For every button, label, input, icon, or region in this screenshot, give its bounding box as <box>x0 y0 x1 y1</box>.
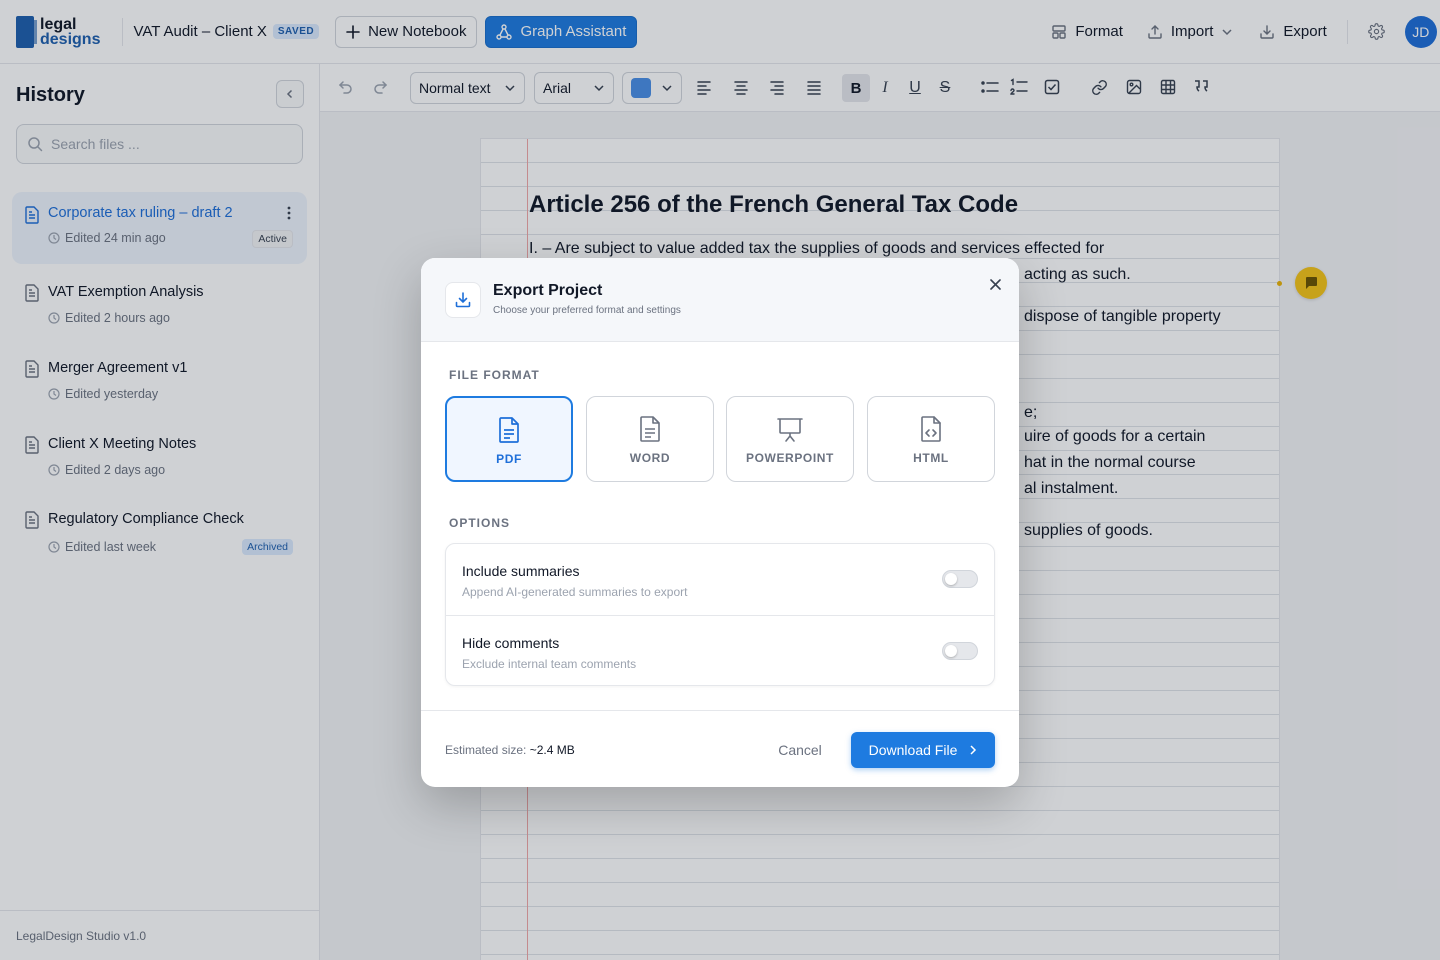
option-description: Append AI-generated summaries to export <box>462 585 688 599</box>
file-format-heading: FILE FORMAT <box>449 368 540 382</box>
format-option-html[interactable]: HTML <box>867 396 995 482</box>
cancel-button[interactable]: Cancel <box>765 739 835 761</box>
option-description: Exclude internal team comments <box>462 657 637 671</box>
format-option-word[interactable]: WORD <box>586 396 714 482</box>
dialog-header: Export Project Choose your preferred for… <box>421 258 1019 342</box>
estimated-size-label: Estimated size: <box>445 743 530 757</box>
estimated-size-value: ~2.4 MB <box>529 743 575 757</box>
download-file-button[interactable]: Download File <box>851 732 995 768</box>
dialog-title: Export Project <box>493 282 603 299</box>
code-file-icon <box>921 416 941 442</box>
close-icon <box>989 278 1001 290</box>
format-option-powerpoint[interactable]: POWERPOINT <box>726 396 854 482</box>
option-hide-comments: Hide comments Exclude internal team comm… <box>446 615 994 686</box>
format-label: HTML <box>913 451 949 465</box>
option-title: Include summaries <box>462 563 580 579</box>
estimated-size: Estimated size: ~2.4 MB <box>445 743 575 757</box>
presentation-icon <box>777 418 803 442</box>
chevron-right-icon <box>970 745 977 755</box>
format-label: POWERPOINT <box>745 451 834 465</box>
dialog-footer: Estimated size: ~2.4 MB Cancel Download … <box>421 710 1019 787</box>
close-button[interactable] <box>987 276 1003 292</box>
dialog-subtitle: Choose your preferred format and setting… <box>493 305 681 316</box>
hide-comments-toggle[interactable] <box>942 642 978 660</box>
options-heading: OPTIONS <box>449 516 511 530</box>
dialog-header-icon <box>445 282 481 318</box>
format-label: PDF <box>496 452 522 466</box>
include-summaries-toggle[interactable] <box>942 570 978 588</box>
format-option-pdf[interactable]: PDF <box>445 396 573 482</box>
option-include-summaries: Include summaries Append AI-generated su… <box>446 544 994 615</box>
option-title: Hide comments <box>462 635 560 651</box>
format-label: WORD <box>629 451 671 465</box>
pdf-file-icon <box>499 417 519 443</box>
download-icon <box>455 292 471 308</box>
export-project-dialog: Export Project Choose your preferred for… <box>421 258 1019 787</box>
options-panel: Include summaries Append AI-generated su… <box>445 543 995 686</box>
download-file-label: Download File <box>868 742 958 758</box>
word-file-icon <box>640 416 660 442</box>
